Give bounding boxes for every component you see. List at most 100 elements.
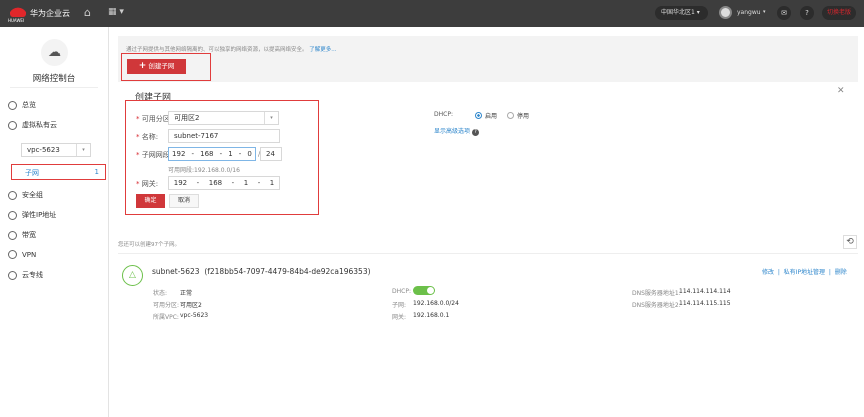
cidr-input[interactable]: 192-168-1-0: [168, 147, 256, 161]
refresh-button[interactable]: ⟲: [843, 235, 857, 249]
brand-name[interactable]: 华为企业云: [30, 8, 70, 19]
vpc-label: 所属VPC:: [153, 314, 179, 321]
gateway-value: 192.168.0.1: [413, 312, 450, 319]
gateway-label: * 网关:: [136, 180, 159, 188]
help-icon[interactable]: ?: [471, 129, 479, 136]
modify-link[interactable]: 修改: [762, 269, 774, 276]
sidebar-item-subnet[interactable]: 子网 1: [11, 164, 106, 180]
private-ip-link[interactable]: 私有IP地址管理: [784, 269, 825, 276]
dns2-value: 114.114.115.115: [679, 300, 731, 307]
subnet-id: (f218bb54-7097-4479-84b4-de92ca196353): [204, 267, 371, 276]
gateway-input[interactable]: 192-168-1-1: [168, 176, 280, 190]
subnet-title: subnet-5623 (f218bb54-7097-4479-84b4-de9…: [152, 267, 371, 276]
top-bar: HUAWEI 华为企业云 ⌂ ▦ ▾ 中国华北区1 ▾ yangwu ▾ ✉ ?…: [0, 0, 864, 27]
user-menu[interactable]: yangwu: [737, 9, 761, 16]
sidebar-item-label: VPN: [22, 250, 37, 259]
switch-old-version-button[interactable]: 切换老版: [822, 6, 856, 20]
cidr-octet[interactable]: 0: [247, 148, 251, 160]
divider: [118, 253, 858, 254]
gateway-octet[interactable]: 1: [270, 177, 274, 189]
gateway-octet[interactable]: 168: [209, 177, 222, 189]
sidebar-item-security-group[interactable]: 安全组: [8, 190, 43, 200]
cancel-button[interactable]: 取消: [169, 194, 199, 208]
subnet-icon: △: [122, 265, 143, 286]
advanced-options-link[interactable]: 显示高级选项: [434, 128, 470, 135]
gateway-label-text: 网关:: [141, 180, 159, 188]
cidr-octet[interactable]: 1: [228, 148, 232, 160]
sidebar-item-direct-connect[interactable]: 云专线: [8, 270, 43, 280]
mask-value: 24: [266, 150, 275, 158]
lightning-icon: [8, 270, 17, 280]
az-label: * 可用分区:: [136, 115, 173, 123]
dhcp-disable-radio[interactable]: 停用: [507, 111, 529, 120]
overview-icon: [8, 100, 17, 110]
bandwidth-icon: [8, 230, 17, 240]
sidebar-item-bandwidth[interactable]: 带宽: [8, 230, 36, 240]
az-value: 可用区2: [180, 302, 202, 309]
vpc-icon: [8, 120, 17, 130]
switch-label: 切换老版: [826, 9, 851, 16]
sidebar-item-label: 子网: [25, 169, 39, 177]
sidebar-item-label: 弹性IP地址: [22, 211, 57, 219]
sidebar-item-vpn[interactable]: VPN: [8, 250, 36, 259]
shield-icon: [8, 190, 17, 200]
dhcp-label: DHCP:: [392, 288, 411, 295]
learn-more-link[interactable]: 了解更多...: [309, 47, 336, 53]
dns2-label: DNS服务器地址2:: [632, 302, 681, 309]
home-icon[interactable]: ⌂: [84, 6, 91, 19]
sidebar-item-eip[interactable]: 弹性IP地址: [8, 210, 56, 220]
logo-text: HUAWEI: [8, 18, 25, 23]
create-subnet-button[interactable]: + 创建子网: [127, 59, 186, 74]
subnet-count: 1: [94, 168, 99, 176]
refresh-icon: ⟲: [846, 237, 854, 247]
sidebar-item-label: 虚拟私有云: [22, 121, 57, 129]
cidr-octet[interactable]: 168: [200, 148, 213, 160]
gateway-octet[interactable]: 1: [244, 177, 248, 189]
vpc-select[interactable]: vpc-5623 ▾: [21, 143, 91, 157]
subnet-name[interactable]: subnet-5623: [152, 267, 200, 276]
cidr-label: * 子网网段:: [136, 151, 173, 159]
toggle-knob: [427, 287, 434, 294]
status-value: 正常: [180, 290, 193, 297]
dhcp-toggle[interactable]: [413, 286, 435, 295]
main-content: 通过子网提供与其他网络隔离的、可以独享的网络资源，以提高网络安全。 了解更多..…: [109, 27, 864, 417]
radio-checked-icon: [475, 112, 482, 119]
sidebar-title: 网络控制台: [32, 74, 76, 84]
divider: [10, 87, 98, 88]
az-label: 可用分区:: [153, 302, 180, 309]
close-icon[interactable]: ✕: [837, 86, 845, 96]
status-label: 状态:: [153, 290, 168, 297]
eip-icon: [8, 210, 17, 220]
name-label: * 名称:: [136, 133, 159, 141]
vpn-icon: [8, 250, 17, 259]
sidebar: ☁ 网络控制台 总览 虚拟私有云 vpc-5623 ▾ 子网 1 安全组 弹性IP…: [0, 27, 109, 417]
subnet-cidr-value: 192.168.0.0/24: [413, 300, 459, 307]
chevron-down-icon[interactable]: ▾: [763, 9, 766, 15]
dhcp-disable-label: 停用: [517, 113, 530, 120]
apps-grid-icon[interactable]: ▦ ▾: [108, 7, 124, 17]
advanced-options[interactable]: 显示高级选项 ?: [434, 126, 479, 136]
dhcp-enable-radio[interactable]: 启用: [475, 111, 497, 120]
vpc-select-value: vpc-5623: [27, 146, 60, 154]
region-select[interactable]: 中国华北区1 ▾: [655, 6, 708, 20]
vpc-value: vpc-5623: [180, 312, 209, 319]
gateway-octet[interactable]: 192: [174, 177, 187, 189]
dns1-value: 114.114.114.114: [679, 288, 731, 295]
cidr-octet[interactable]: 192: [172, 148, 185, 160]
delete-link[interactable]: 删除: [835, 269, 847, 276]
header-section: [118, 36, 858, 82]
az-select[interactable]: 可用区2 ▾: [168, 111, 279, 125]
chevron-down-icon: ▾: [264, 112, 278, 124]
dns1-label: DNS服务器地址1:: [632, 290, 681, 297]
az-select-value: 可用区2: [174, 114, 200, 122]
mask-input[interactable]: 24: [260, 147, 282, 161]
name-input[interactable]: [168, 129, 280, 143]
sidebar-item-overview[interactable]: 总览: [8, 100, 36, 110]
confirm-button[interactable]: 确定: [136, 194, 165, 208]
huawei-logo-icon[interactable]: [10, 4, 26, 17]
help-icon[interactable]: ?: [800, 6, 814, 20]
mail-icon[interactable]: ✉: [777, 6, 791, 20]
sidebar-item-vpc[interactable]: 虚拟私有云: [8, 120, 57, 130]
avatar[interactable]: [719, 6, 732, 19]
sidebar-item-label: 云专线: [22, 271, 43, 279]
